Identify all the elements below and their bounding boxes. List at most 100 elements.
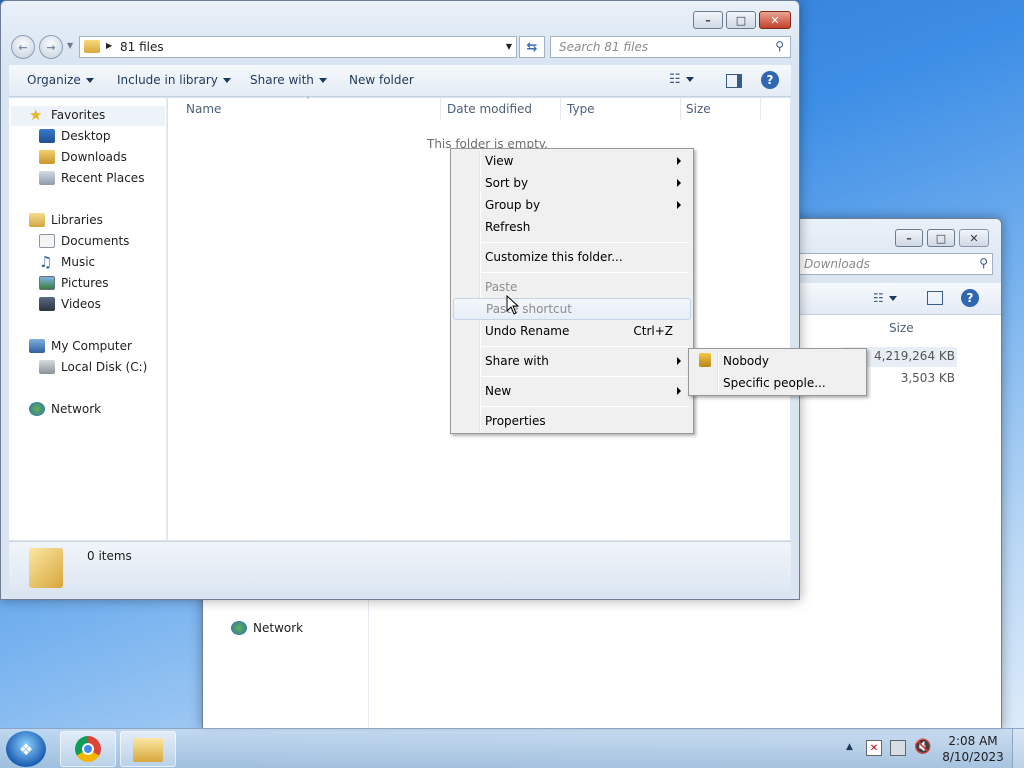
menu-item-undo-rename[interactable]: Undo Rename Ctrl+Z — [453, 320, 691, 342]
column-header-date-modified[interactable]: Date modified — [447, 102, 532, 116]
computer-icon — [29, 339, 45, 353]
column-divider[interactable] — [440, 98, 441, 120]
refresh-button[interactable]: ⇆ — [519, 36, 545, 58]
nav-libraries[interactable]: Libraries — [29, 213, 103, 227]
action-center-icon[interactable]: ✕ — [866, 740, 882, 756]
nav-documents[interactable]: Documents — [39, 234, 129, 248]
sort-indicator-icon: ˄ — [306, 96, 310, 105]
menu-item-refresh[interactable]: Refresh — [453, 216, 691, 238]
close-button[interactable]: ✕ — [759, 11, 791, 29]
menu-separator — [481, 376, 689, 377]
help-icon[interactable]: ? — [761, 71, 779, 89]
menu-item-paste-shortcut[interactable]: Paste shortcut — [453, 298, 691, 320]
maximize-button[interactable]: □ — [726, 11, 756, 29]
back-size-column-header[interactable]: Size — [889, 321, 914, 335]
menu-separator — [481, 242, 689, 243]
start-button[interactable]: ❖ — [6, 731, 46, 767]
clock-time: 2:08 AM — [948, 734, 998, 748]
navigation-pane: ★ Favorites Desktop Downloads Recent Pla… — [9, 98, 167, 540]
back-search-placeholder: Downloads — [804, 257, 870, 271]
column-header-type[interactable]: Type — [567, 102, 595, 116]
nav-libraries-label: Libraries — [51, 213, 103, 227]
nav-local-disk[interactable]: Local Disk (C:) — [39, 360, 147, 374]
nav-downloads[interactable]: Downloads — [39, 150, 127, 164]
videos-icon — [39, 297, 55, 311]
file-explorer-icon — [133, 738, 163, 762]
menu-item-customize[interactable]: Customize this folder... — [453, 246, 691, 268]
nav-recent-places[interactable]: Recent Places — [39, 171, 144, 185]
volume-muted-icon[interactable]: 🔇 — [914, 739, 931, 755]
nav-favorites[interactable]: ★ Favorites — [29, 108, 106, 123]
menu-item-properties[interactable]: Properties — [453, 410, 691, 432]
column-header-name[interactable]: Name — [186, 102, 221, 116]
menu-item-new[interactable]: New — [453, 380, 691, 402]
desktop-icon — [39, 129, 55, 143]
submenu-item-specific-people[interactable]: Specific people... — [691, 372, 864, 394]
search-icon: ⚲ — [775, 39, 784, 53]
new-folder-button[interactable]: New folder — [349, 73, 414, 87]
submenu-arrow-icon — [677, 201, 681, 209]
folder-icon — [29, 548, 63, 588]
view-options-icon[interactable]: ☷ — [669, 72, 694, 87]
nav-music[interactable]: ♫ Music — [39, 253, 96, 271]
search-input[interactable]: Search 81 files ⚲ — [550, 36, 791, 58]
minimize-button[interactable]: – — [693, 11, 723, 29]
command-bar: Organize Include in library Share with N… — [9, 65, 791, 97]
breadcrumb-chevron-icon[interactable]: ▶ — [106, 41, 112, 50]
view-options-icon[interactable]: ☷ — [873, 291, 897, 305]
back-nav-network[interactable]: Network — [231, 621, 303, 635]
submenu-arrow-icon — [677, 157, 681, 165]
show-desktop-button[interactable] — [1012, 729, 1024, 768]
nav-music-label: Music — [61, 255, 96, 269]
network-icon — [231, 621, 247, 635]
network-icon — [29, 402, 45, 416]
submenu-item-nobody[interactable]: Nobody — [691, 350, 864, 372]
column-divider[interactable] — [760, 98, 761, 120]
forward-button[interactable]: → — [39, 35, 63, 59]
menu-item-sort-by[interactable]: Sort by — [453, 172, 691, 194]
back-button[interactable]: ← — [11, 35, 35, 59]
nav-videos[interactable]: Videos — [39, 297, 101, 311]
preview-pane-icon[interactable] — [927, 291, 943, 305]
help-icon[interactable]: ? — [961, 289, 979, 307]
menu-item-paste[interactable]: Paste — [453, 276, 691, 298]
preview-pane-icon[interactable] — [726, 74, 742, 88]
back-close-button[interactable]: ✕ — [959, 229, 989, 247]
libraries-icon — [29, 213, 45, 227]
nav-favorites-label: Favorites — [51, 108, 106, 122]
address-bar[interactable]: ▶ 81 files ▼ — [79, 36, 517, 58]
back-maximize-button[interactable]: □ — [927, 229, 955, 247]
menu-separator — [481, 406, 689, 407]
back-size-cell: 3,503 KB — [900, 371, 955, 385]
taskbar-explorer-button[interactable] — [120, 731, 176, 767]
nav-documents-label: Documents — [61, 234, 130, 248]
search-icon: ⚲ — [979, 256, 988, 270]
back-minimize-button[interactable]: – — [895, 229, 923, 247]
share-with-button[interactable]: Share with — [250, 73, 327, 87]
taskbar-chrome-button[interactable] — [60, 731, 116, 767]
nav-pictures[interactable]: Pictures — [39, 276, 109, 290]
network-status-icon[interactable] — [890, 740, 906, 756]
nav-network[interactable]: Network — [29, 402, 101, 416]
nav-desktop[interactable]: Desktop — [39, 129, 111, 143]
nav-local-disk-label: Local Disk (C:) — [61, 360, 148, 374]
breadcrumb-current[interactable]: 81 files — [120, 40, 164, 54]
column-header-size[interactable]: Size — [686, 102, 711, 116]
folder-icon — [84, 40, 100, 53]
column-divider[interactable] — [560, 98, 561, 120]
mouse-cursor-icon — [506, 295, 520, 315]
nav-my-computer[interactable]: My Computer — [29, 339, 132, 353]
music-icon: ♫ — [39, 253, 53, 271]
item-count: 0 items — [87, 549, 132, 563]
menu-item-group-by[interactable]: Group by — [453, 194, 691, 216]
recent-pages-chevron-icon[interactable]: ▼ — [67, 41, 73, 50]
column-divider[interactable] — [680, 98, 681, 120]
address-dropdown-icon[interactable]: ▼ — [506, 42, 512, 51]
include-in-library-button[interactable]: Include in library — [117, 73, 231, 87]
system-clock[interactable]: 2:08 AM 8/10/2023 — [940, 733, 1006, 765]
menu-item-share-with[interactable]: Share with — [453, 350, 691, 372]
back-search-input[interactable]: Downloads ⚲ — [799, 253, 993, 275]
menu-item-view[interactable]: View — [453, 150, 691, 172]
show-hidden-icons-button[interactable]: ▲ — [846, 742, 853, 752]
organize-button[interactable]: Organize — [27, 73, 94, 87]
